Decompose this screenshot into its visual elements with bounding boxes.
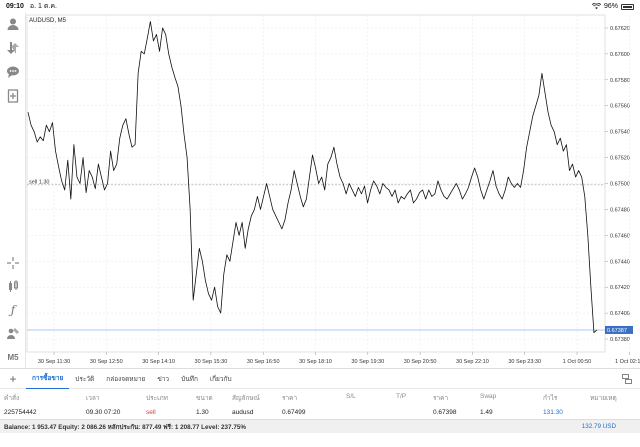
y-tick-label: 0.67580 [610,78,630,84]
left-toolbar: ƒ M5 [0,13,26,368]
header-type: ประเภท [146,395,168,402]
price-series-line [27,21,598,333]
status-time: 09:10 [6,3,24,10]
indicator-icon[interactable]: ƒ [4,302,22,318]
terminal-tabs: + การซื้อขาย ประวัติ กล่องจดหมาย ข่าว บั… [0,368,640,389]
status-right: 96% [591,3,634,10]
chart-type-icon[interactable] [4,278,22,294]
y-tick-label: 0.67500 [610,182,630,188]
trade-table-header: คำสั่ง เวลา ประเภท ขนาด สัญลักษณ์ ราคา S… [0,389,640,405]
tab-history[interactable]: ประวัติ [69,368,100,389]
floating-profit-total: 132.79 USD [581,423,616,430]
battery-icon [621,3,634,10]
balance-bar: Balance: 1 953.47 Equity: 2 086.26 หลักป… [0,419,640,433]
account-icon[interactable] [4,16,22,32]
y-tick-label: 0.67380 [610,337,630,343]
row-size: 1.30 [196,409,209,416]
trade-arrows-icon[interactable] [4,40,22,56]
y-tick-label: 0.67400 [610,311,630,317]
header-swap: Swap [480,393,497,400]
objects-icon[interactable] [4,325,22,341]
y-tick-label: 0.67420 [610,285,630,291]
header-sl: S/L [346,393,356,400]
row-order: 225754442 [4,409,37,416]
x-tick-label: 30 Sep 18:10 [299,359,332,365]
row-type: sell [146,409,156,416]
terminal-panel: + การซื้อขาย ประวัติ กล่องจดหมาย ข่าว บั… [0,368,640,447]
tab-mailbox[interactable]: กล่องจดหมาย [100,368,151,389]
row-price: 0.67499 [282,409,306,416]
symbol-title: AUDUSD, M5 [29,18,67,24]
header-profit: กำไร [543,395,558,402]
new-order-icon[interactable] [4,88,22,104]
y-tick-label: 0.67560 [610,104,630,110]
header-tp: T/P [396,393,407,400]
y-tick-label: 0.67540 [610,130,630,136]
y-tick-label: 0.67440 [610,259,630,265]
x-tick-label: 30 Sep 16:50 [247,359,280,365]
tab-about[interactable]: เกี่ยวกับ [204,368,238,389]
balance-summary: Balance: 1 953.47 Equity: 2 086.26 หลักป… [4,423,246,431]
current-price-tag-label: 0.67387 [607,328,627,334]
x-tick-label: 30 Sep 22:10 [456,359,489,365]
y-tick-label: 0.67520 [610,156,630,162]
status-bar: 09:10 อ. 1 ต.ค. 96% [0,0,640,13]
tab-news[interactable]: ข่าว [151,368,175,389]
row-time: 09.30 07:20 [86,409,121,416]
order-level-label: sell 1.30 [29,179,50,185]
status-date: อ. 1 ต.ค. [29,3,57,10]
x-tick-label: 30 Sep 15:30 [195,359,228,365]
battery-percent: 96% [603,3,618,10]
app-window: 09:10 อ. 1 ต.ค. 96% ƒ M5 0.67620 0.67600… [0,0,640,447]
crosshair-icon[interactable] [4,255,22,271]
header-order: คำสั่ง [4,395,20,402]
row-profit: 131.30 [543,409,563,416]
x-tick-label: 30 Sep 11:30 [38,359,70,365]
y-tick-label: 0.67620 [610,26,630,32]
y-tick-label: 0.67480 [610,207,630,213]
panel-layout-icon[interactable] [622,374,632,384]
row-symbol: audusd [232,409,254,416]
tab-journal[interactable]: บันทึก [175,368,204,389]
row-current-price: 0.67398 [433,409,457,416]
x-tick-label: 30 Sep 19:30 [351,359,384,365]
chart-area[interactable]: 0.67620 0.67600 0.67580 0.67560 0.67540 0.675… [26,13,640,368]
row-swap: 1.49 [480,409,493,416]
x-tick-label: 30 Sep 20:50 [404,359,437,365]
timeframe-label[interactable]: M5 [4,349,22,365]
x-tick-label: 30 Sep 14:10 [142,359,175,365]
tab-trade[interactable]: การซื้อขาย [26,368,70,389]
header-time: เวลา [86,395,100,402]
y-tick-label: 0.67460 [610,233,630,239]
header-symbol: สัญลักษณ์ [232,395,260,402]
header-current-price: ราคา [433,395,449,402]
header-price: ราคา [282,395,298,402]
x-tick-label: 1 Oct 02:10 [615,359,640,365]
y-tick-label: 0.67600 [610,52,630,58]
price-chart[interactable]: 0.67620 0.67600 0.67580 0.67560 0.67540 0.675… [26,13,640,368]
indicator-glyph: ƒ [10,303,16,317]
x-tick-label: 1 Oct 00:50 [563,359,591,365]
x-tick-label: 30 Sep 23:30 [508,359,541,365]
header-size: ขนาด [196,395,213,402]
wifi-icon [591,3,601,10]
header-comment: หมายเหตุ [590,395,617,402]
chat-icon[interactable] [4,64,22,80]
x-tick-label: 30 Sep 12:50 [90,359,123,365]
add-icon[interactable]: + [0,372,26,386]
